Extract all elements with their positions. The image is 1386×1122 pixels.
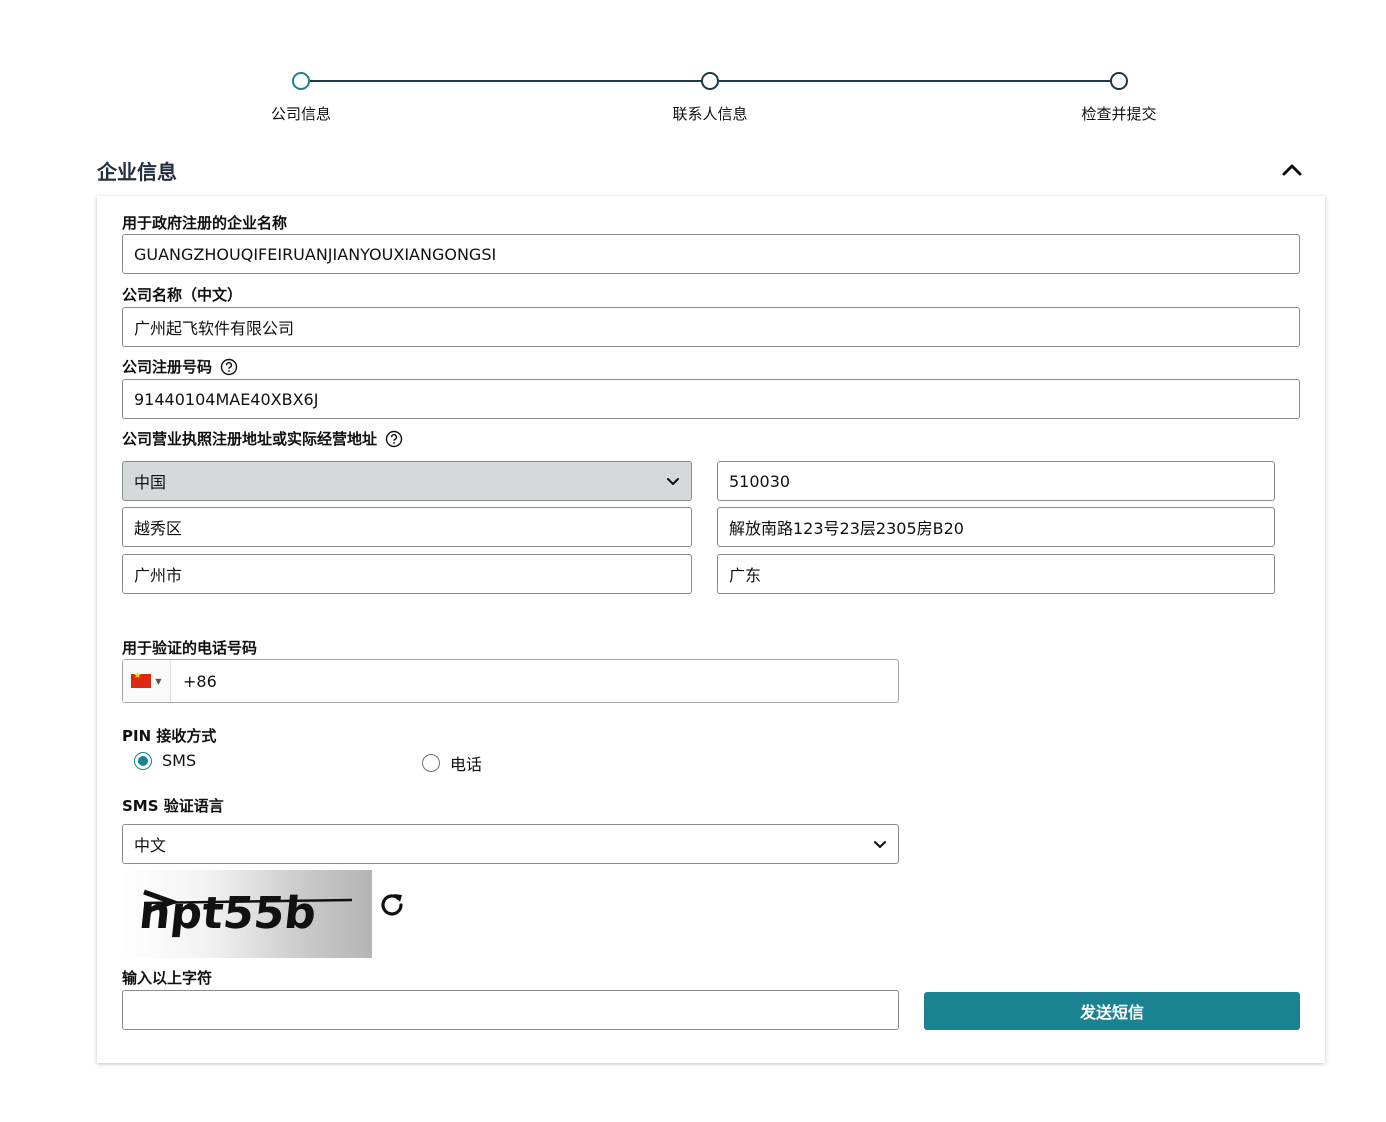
business-info-card: 用于政府注册的企业名称 GUANGZHOUQIFEIRUANJIANYOUXIA… [97,196,1325,1063]
pin-method-label-text: PIN 接收方式 [122,727,217,745]
address-label: 公司营业执照注册地址或实际经营地址 [122,428,403,449]
chinese-name-label-text: 公司名称（中文） [122,286,243,304]
progress-stepper: 公司信息 联系人信息 检查并提交 [0,72,1386,132]
radio-sms-label: SMS [162,751,197,770]
country-code-dropdown[interactable]: ▼ [123,660,171,702]
legal-name-label: 用于政府注册的企业名称 [122,212,287,233]
phone-label: 用于验证的电话号码 [122,637,257,658]
captcha-image: npt55b [122,870,372,958]
captcha-input[interactable] [122,990,899,1030]
chevron-down-icon [667,478,679,485]
send-sms-button[interactable]: 发送短信 [924,992,1300,1030]
province-input[interactable]: 广东 [717,554,1275,594]
sms-language-select[interactable]: 中文 [122,824,899,864]
phone-label-text: 用于验证的电话号码 [122,639,258,657]
legal-name-input[interactable]: GUANGZHOUQIFEIRUANJIANYOUXIANGONGSI [122,234,1300,274]
sms-language-label-text: SMS 验证语言 [122,797,224,815]
pin-method-label: PIN 接收方式 [122,725,216,746]
chinese-name-label: 公司名称（中文） [122,284,242,305]
registration-number-label-text: 公司注册号码 [122,358,213,376]
captcha-input-label: 输入以上字符 [122,967,212,988]
chevron-down-icon [874,841,886,848]
phone-input[interactable]: +86 [171,672,217,691]
street-address-input[interactable]: 解放南路123号23层2305房B20 [717,507,1275,547]
registration-number-input[interactable]: 91440104MAE40XBX6J [122,379,1300,419]
step-indicator-company [292,72,310,90]
china-flag-icon [131,671,152,688]
caret-down-icon: ▼ [155,676,162,686]
step-connector [310,80,702,82]
district-input[interactable]: 越秀区 [122,507,692,547]
step-label-contact: 联系人信息 [672,105,748,123]
step-indicator-review [1110,72,1128,90]
step-indicator-contact [701,72,719,90]
captcha-graphic: npt55b [137,888,353,939]
refresh-icon[interactable] [377,890,407,920]
sms-language-label: SMS 验证语言 [122,795,224,816]
pin-option-phone[interactable]: 电话 [422,751,482,775]
registration-number-label: 公司注册号码 [122,356,238,377]
phone-input-group: ▼ +86 [122,659,899,703]
sms-language-value: 中文 [134,836,167,855]
help-icon[interactable] [220,358,238,376]
step-label-company: 公司信息 [270,105,332,123]
captcha-text: npt55b [137,888,319,939]
pin-option-sms[interactable]: SMS [134,751,196,770]
country-value: 中国 [134,473,167,492]
help-icon[interactable] [385,430,403,448]
legal-name-label-text: 用于政府注册的企业名称 [122,214,288,232]
step-label-review: 检查并提交 [1081,105,1157,123]
radio-sms[interactable] [134,751,152,770]
radio-phone[interactable] [422,754,440,772]
postal-code-input[interactable]: 510030 [717,461,1275,501]
captcha-input-label-text: 输入以上字符 [122,969,213,987]
step-connector [719,80,1111,82]
country-select[interactable]: 中国 [122,461,692,501]
chevron-up-icon[interactable] [1280,158,1304,180]
city-input[interactable]: 广州市 [122,554,692,594]
radio-phone-label: 电话 [450,755,483,774]
section-title: 企业信息 [97,160,177,184]
address-label-text: 公司营业执照注册地址或实际经营地址 [122,430,378,448]
chinese-name-input[interactable]: 广州起飞软件有限公司 [122,307,1300,347]
